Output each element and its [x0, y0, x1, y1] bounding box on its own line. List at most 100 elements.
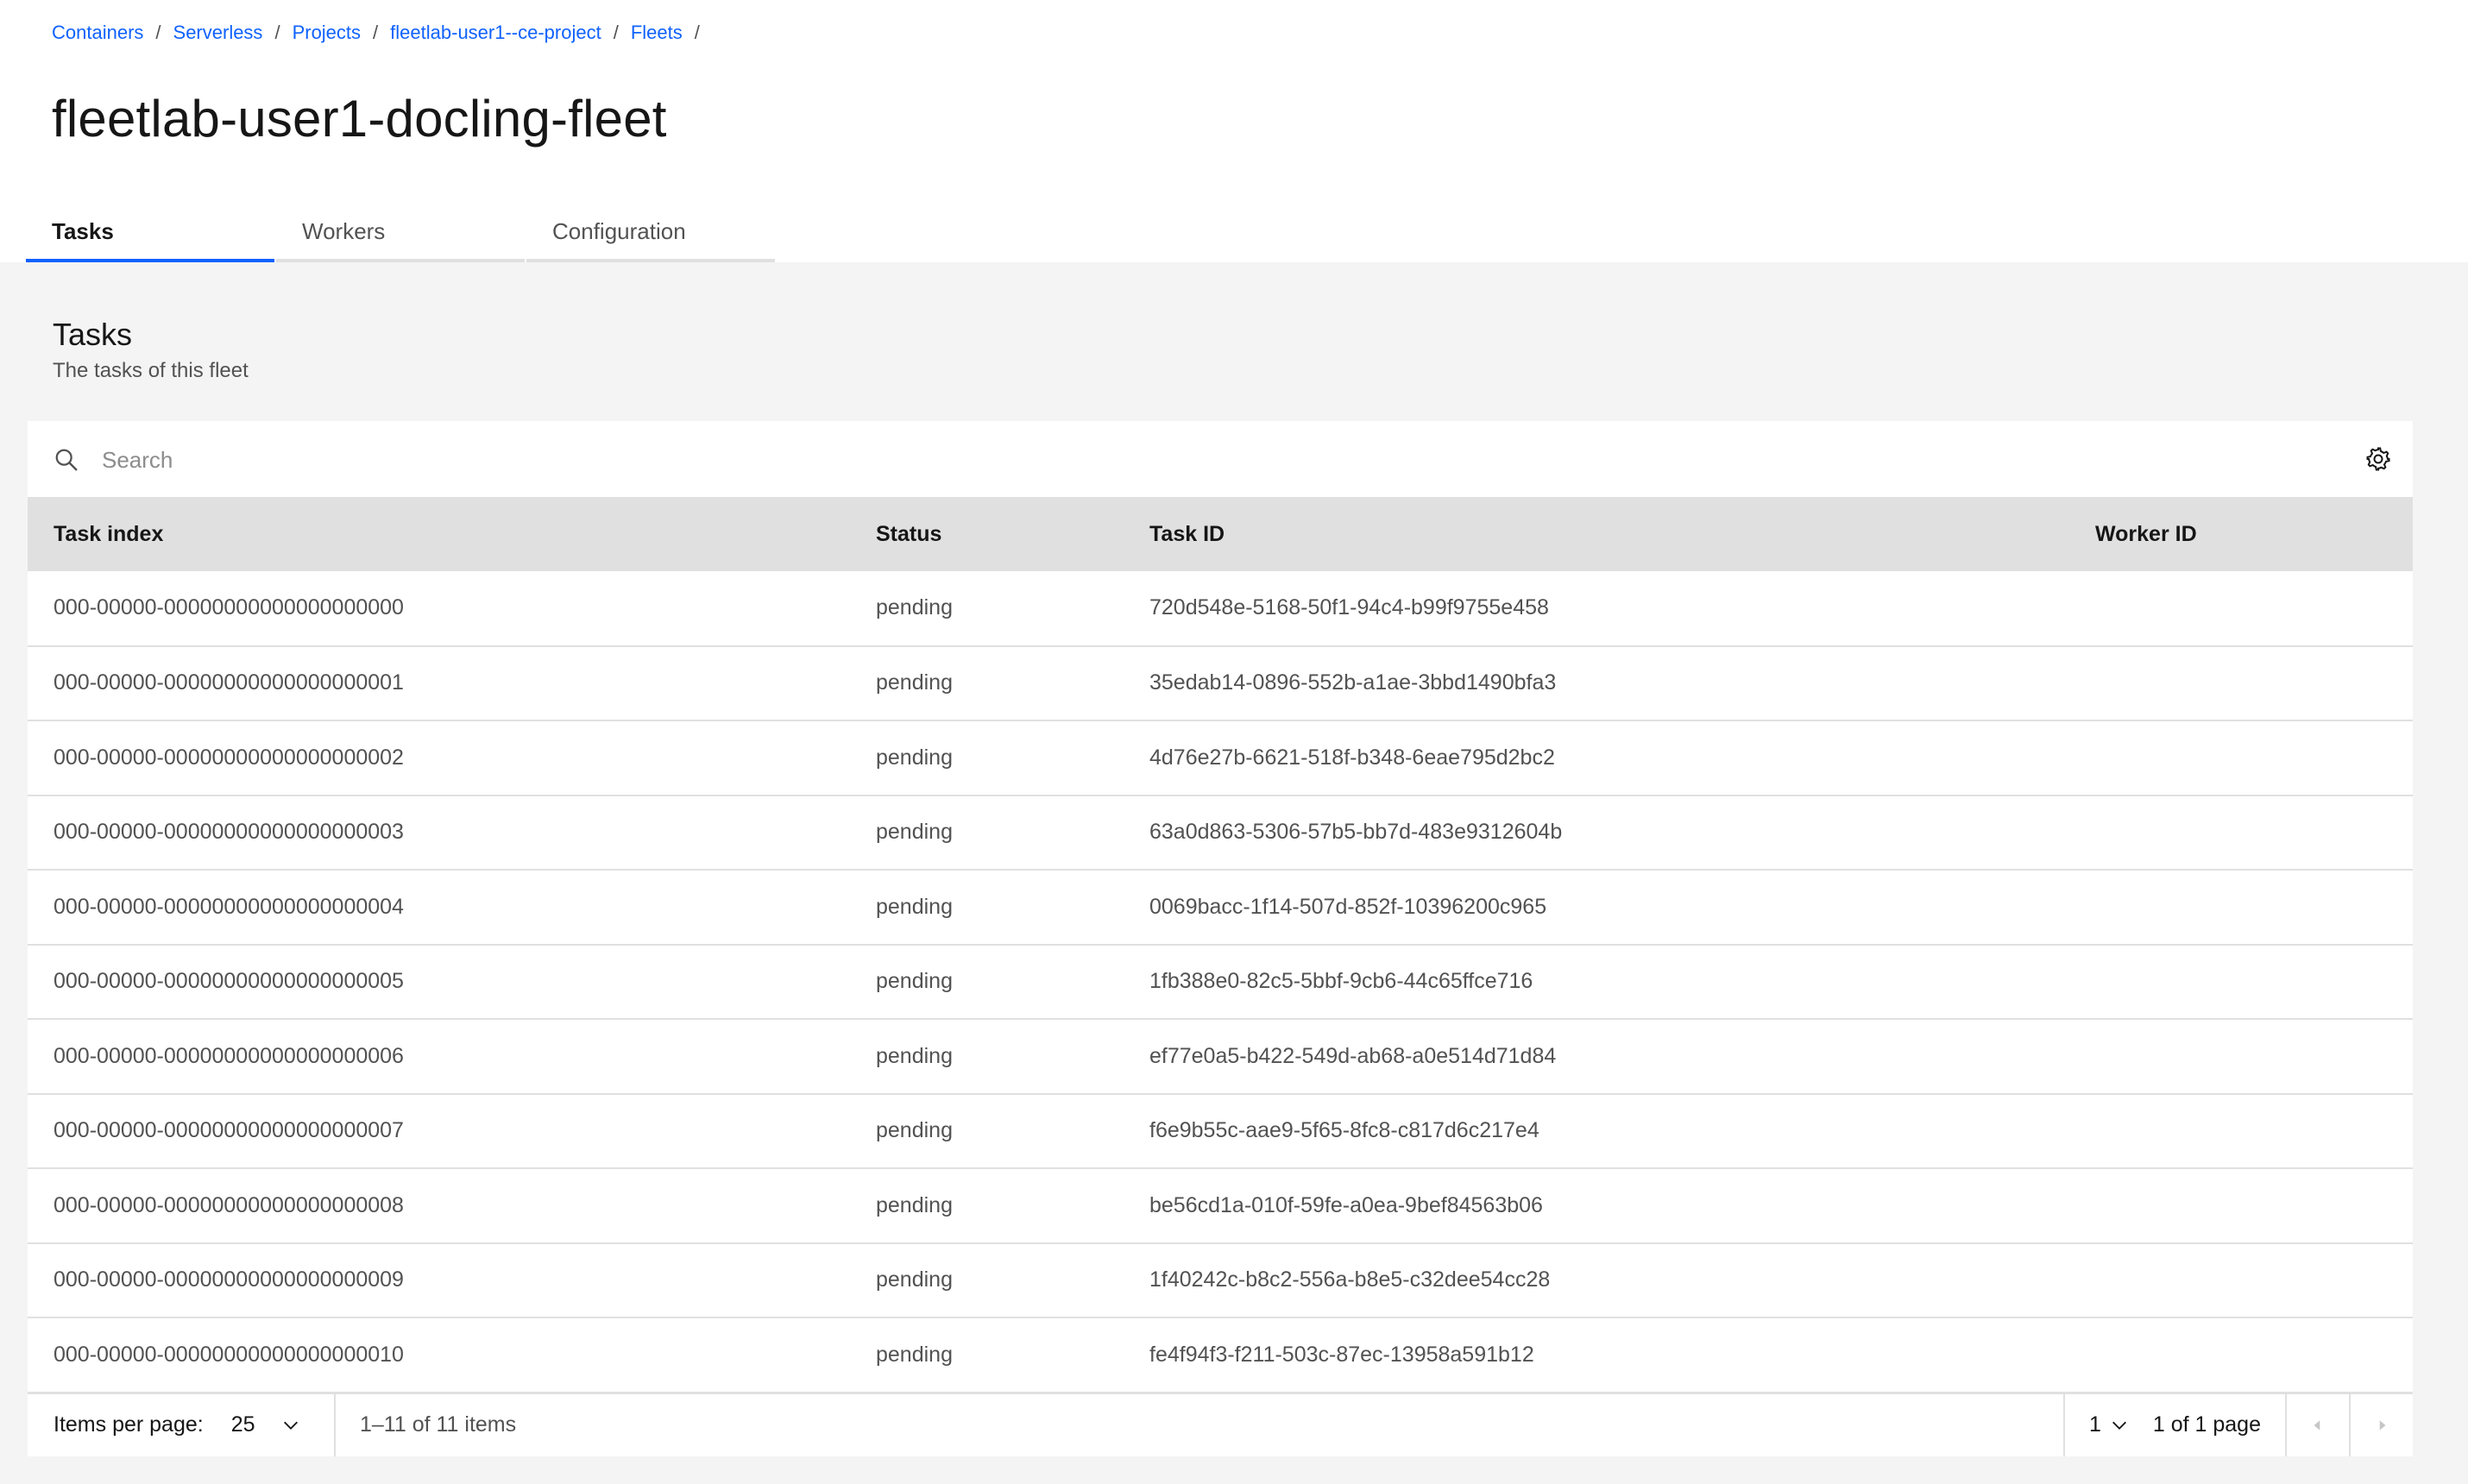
task-index-cell: 000-00000-00000000000000000004	[28, 870, 850, 946]
status-cell: pending	[850, 870, 1124, 946]
status-cell: pending	[850, 720, 1124, 796]
caret-left-icon	[2314, 1419, 2320, 1431]
table-row[interactable]: 000-00000-00000000000000000002 pending 4…	[28, 720, 2413, 796]
task-index-cell: 000-00000-00000000000000000001	[28, 645, 850, 721]
worker-id-cell	[2069, 795, 2413, 871]
worker-id-cell	[2069, 645, 2413, 721]
breadcrumb-separator: /	[613, 22, 619, 43]
task-id-cell: 1fb388e0-82c5-5bbf-9cb6-44c65ffce716	[1124, 944, 2069, 1020]
table-row[interactable]: 000-00000-00000000000000000010 pending f…	[28, 1317, 2413, 1393]
tab-workers[interactable]: Workers	[276, 204, 525, 262]
previous-page-button[interactable]	[2285, 1393, 2349, 1456]
tasks-table-container: Task index Status Task ID Worker ID 000-…	[28, 421, 2413, 1456]
worker-id-cell	[2069, 571, 2413, 647]
table-row[interactable]: 000-00000-00000000000000000006 pending e…	[28, 1019, 2413, 1095]
chevron-down-icon	[2112, 1421, 2126, 1430]
items-per-page: Items per page: 25	[28, 1394, 300, 1456]
worker-id-cell	[2069, 1019, 2413, 1095]
tab-tasks[interactable]: Tasks	[26, 204, 274, 262]
page-header: Containers / Serverless / Projects / fle…	[0, 0, 2468, 262]
status-cell: pending	[850, 1093, 1124, 1169]
table-row[interactable]: 000-00000-00000000000000000005 pending 1…	[28, 944, 2413, 1020]
breadcrumb-link-projects[interactable]: Projects	[293, 19, 361, 47]
breadcrumb-link-containers[interactable]: Containers	[52, 19, 143, 47]
task-index-cell: 000-00000-00000000000000000000	[28, 571, 850, 647]
search-icon	[55, 449, 78, 471]
breadcrumb: Containers / Serverless / Projects / fle…	[52, 19, 712, 47]
breadcrumb-separator: /	[373, 22, 379, 43]
item-range-text: 1–11 of 11 items	[334, 1393, 516, 1456]
task-index-cell: 000-00000-00000000000000000010	[28, 1317, 850, 1393]
column-header-task-index[interactable]: Task index	[28, 497, 850, 571]
search-input[interactable]	[100, 435, 2261, 485]
page-controls: 1 1 of 1 page	[2062, 1393, 2413, 1456]
task-index-cell: 000-00000-00000000000000000006	[28, 1019, 850, 1095]
pagination: Items per page: 25 1–11 of 11 items 1 1 …	[28, 1393, 2413, 1456]
task-id-cell: ef77e0a5-b422-549d-ab68-a0e514d71d84	[1124, 1019, 2069, 1095]
table-header-row: Task index Status Task ID Worker ID	[28, 497, 2413, 571]
status-cell: pending	[850, 944, 1124, 1020]
chevron-down-icon	[283, 1421, 298, 1430]
task-id-cell: 35edab14-0896-552b-a1ae-3bbd1490bfa3	[1124, 645, 2069, 721]
breadcrumb-link-serverless[interactable]: Serverless	[173, 19, 263, 47]
tab-configuration[interactable]: Configuration	[526, 204, 775, 262]
column-header-task-id[interactable]: Task ID	[1124, 497, 2069, 571]
table-row[interactable]: 000-00000-00000000000000000000 pending 7…	[28, 571, 2413, 647]
task-index-cell: 000-00000-00000000000000000008	[28, 1168, 850, 1244]
status-cell: pending	[850, 1168, 1124, 1244]
task-index-cell: 000-00000-00000000000000000005	[28, 944, 850, 1020]
task-id-cell: be56cd1a-010f-59fe-a0ea-9bef84563b06	[1124, 1168, 2069, 1244]
status-cell: pending	[850, 645, 1124, 721]
table-row[interactable]: 000-00000-00000000000000000008 pending b…	[28, 1168, 2413, 1244]
task-index-cell: 000-00000-00000000000000000002	[28, 720, 850, 796]
page: Containers / Serverless / Projects / fle…	[0, 0, 2468, 1484]
task-id-cell: 0069bacc-1f14-507d-852f-10396200c965	[1124, 870, 2069, 946]
breadcrumb-link-fleets[interactable]: Fleets	[631, 19, 683, 47]
items-per-page-value: 25	[230, 1412, 255, 1437]
task-index-cell: 000-00000-00000000000000000003	[28, 795, 850, 871]
worker-id-cell	[2069, 944, 2413, 1020]
status-cell: pending	[850, 1242, 1124, 1318]
column-header-status[interactable]: Status	[850, 497, 1124, 571]
page-number-value: 1	[2088, 1412, 2101, 1437]
page-title: fleetlab-user1-docling-fleet	[52, 90, 667, 148]
tasks-table: Task index Status Task ID Worker ID 000-…	[28, 497, 2413, 1393]
status-cell: pending	[850, 1019, 1124, 1095]
breadcrumb-separator: /	[694, 22, 700, 43]
status-cell: pending	[850, 795, 1124, 871]
task-id-cell: f6e9b55c-aae9-5f65-8fc8-c817d6c217e4	[1124, 1093, 2069, 1169]
table-row[interactable]: 000-00000-00000000000000000007 pending f…	[28, 1093, 2413, 1169]
task-id-cell: 720d548e-5168-50f1-94c4-b99f9755e458	[1124, 571, 2069, 647]
status-cell: pending	[850, 1317, 1124, 1393]
worker-id-cell	[2069, 720, 2413, 796]
items-per-page-select[interactable]: 25	[231, 1394, 300, 1456]
breadcrumb-separator: /	[155, 22, 161, 43]
tab-panel-tasks: Tasks The tasks of this fleet Search Tas…	[0, 262, 2468, 1484]
task-id-cell: 4d76e27b-6621-518f-b348-6eae795d2bc2	[1124, 720, 2069, 796]
task-index-cell: 000-00000-00000000000000000009	[28, 1242, 850, 1318]
task-id-cell: 63a0d863-5306-57b5-bb7d-483e9312604b	[1124, 795, 2069, 871]
section-description: The tasks of this fleet	[53, 359, 249, 382]
status-cell: pending	[850, 571, 1124, 647]
table-row[interactable]: 000-00000-00000000000000000003 pending 6…	[28, 795, 2413, 871]
items-per-page-label: Items per page:	[54, 1412, 204, 1437]
table-row[interactable]: 000-00000-00000000000000000004 pending 0…	[28, 870, 2413, 946]
worker-id-cell	[2069, 1168, 2413, 1244]
section-title: Tasks	[53, 317, 133, 352]
next-page-button[interactable]	[2349, 1393, 2413, 1456]
breadcrumb-link-project[interactable]: fleetlab-user1--ce-project	[390, 19, 601, 47]
page-number-select[interactable]: 1	[2062, 1393, 2144, 1456]
gear-icon[interactable]	[2364, 445, 2392, 473]
task-index-cell: 000-00000-00000000000000000007	[28, 1093, 850, 1169]
worker-id-cell	[2069, 870, 2413, 946]
column-header-worker-id[interactable]: Worker ID	[2069, 497, 2413, 571]
worker-id-cell	[2069, 1093, 2413, 1169]
page-count-text: 1 of 1 page	[2152, 1412, 2261, 1437]
table-toolbar	[28, 421, 2413, 497]
table-row[interactable]: 000-00000-00000000000000000009 pending 1…	[28, 1242, 2413, 1318]
table-row[interactable]: 000-00000-00000000000000000001 pending 3…	[28, 645, 2413, 721]
worker-id-cell	[2069, 1317, 2413, 1393]
caret-right-icon	[2379, 1419, 2386, 1431]
worker-id-cell	[2069, 1242, 2413, 1318]
breadcrumb-separator: /	[274, 22, 280, 43]
